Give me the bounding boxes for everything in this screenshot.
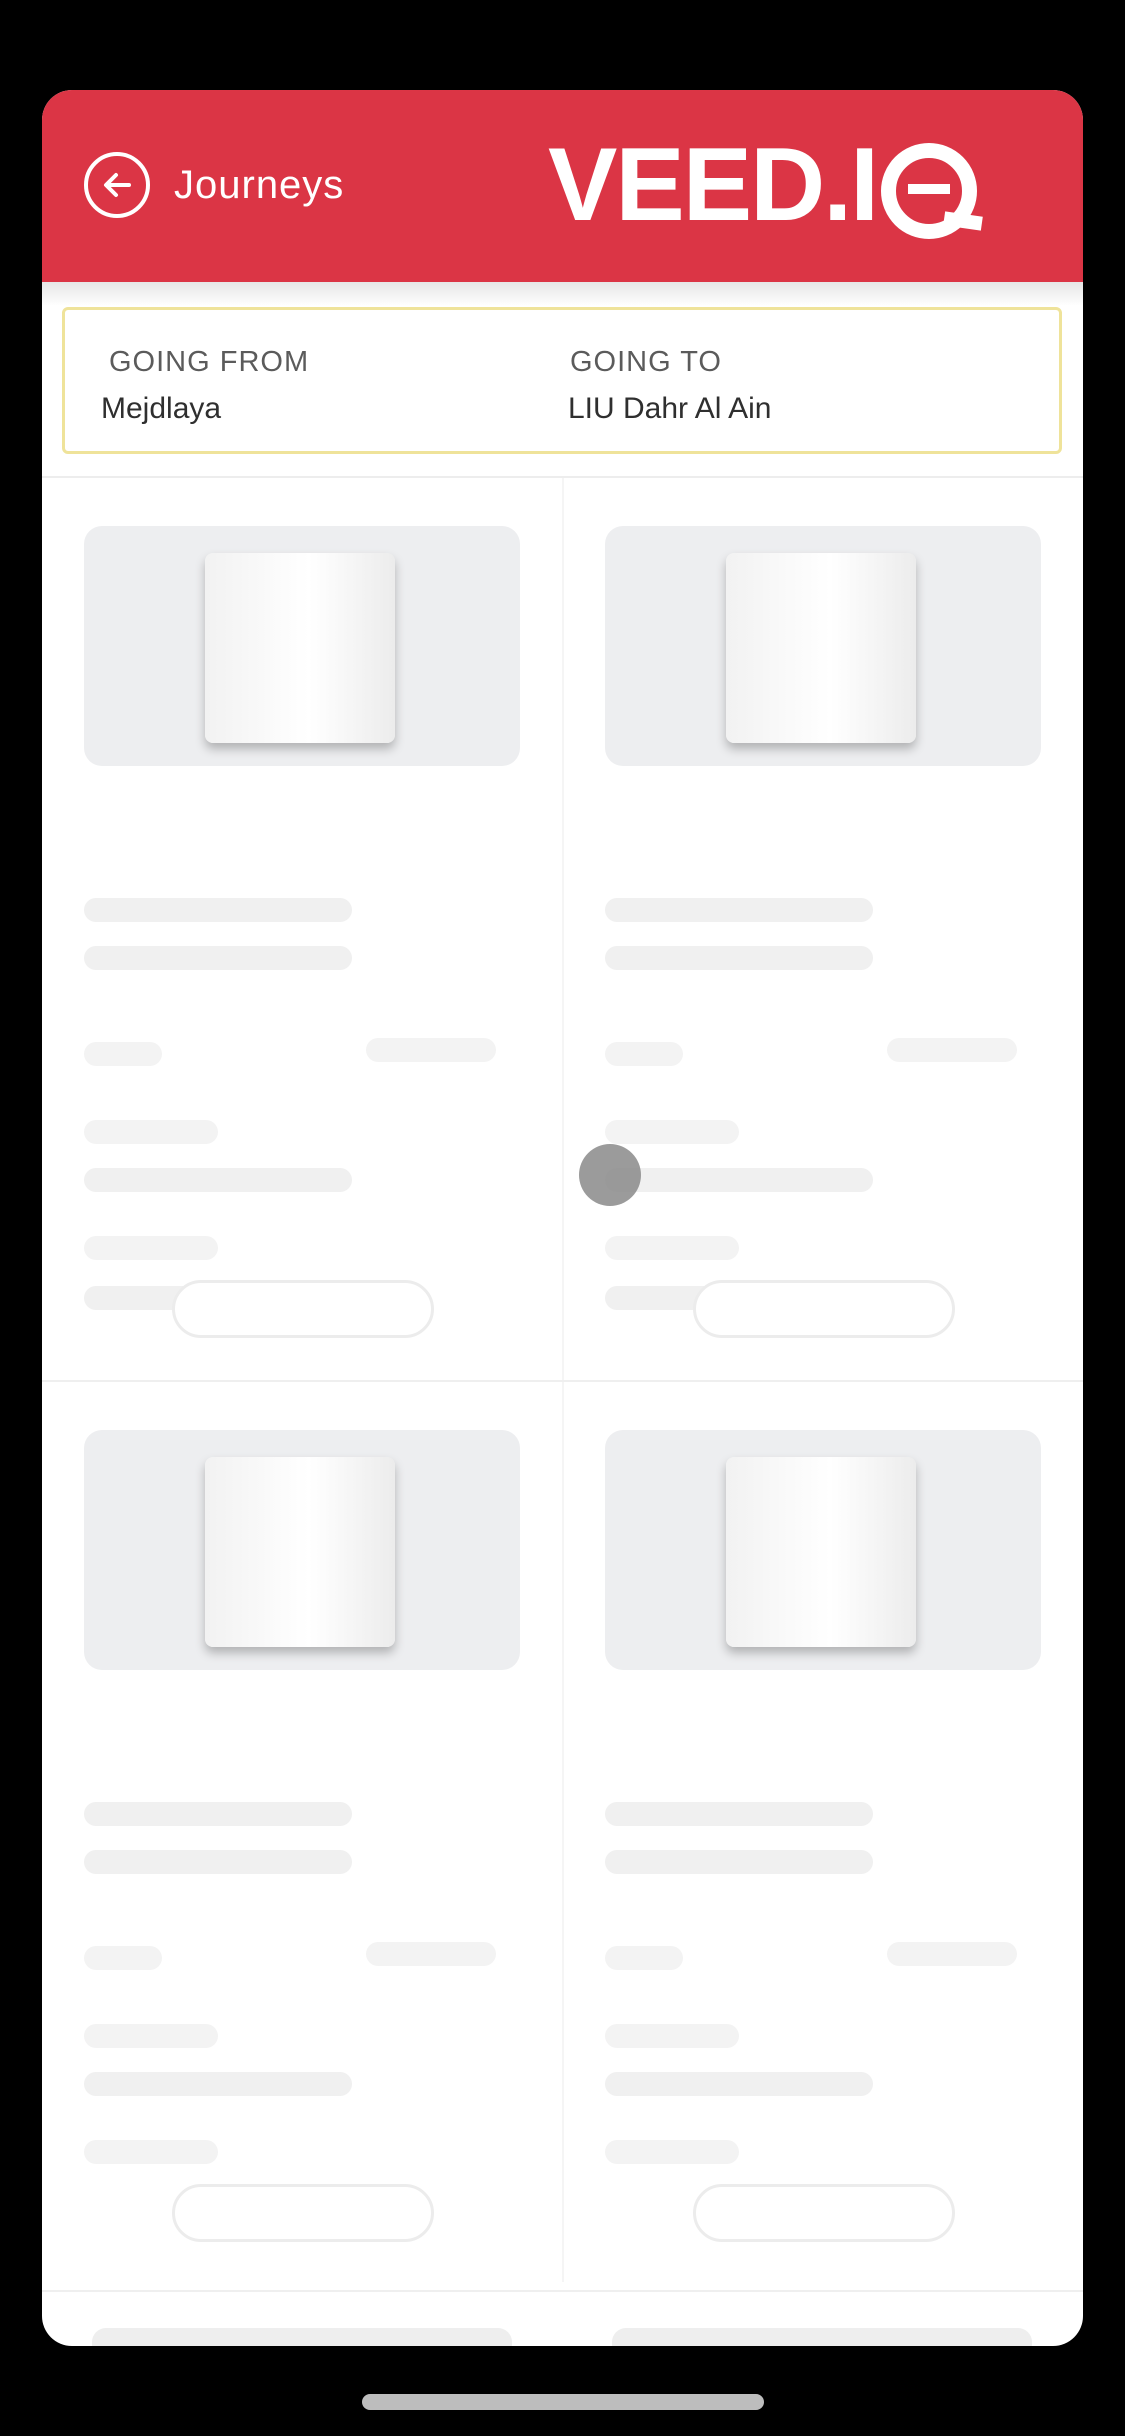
- skeleton-line: [84, 946, 352, 970]
- skeleton-line: [887, 1942, 1017, 1966]
- skeleton-line: [84, 1236, 218, 1260]
- brand-text: VEED.I: [548, 127, 879, 243]
- to-value: LIU Dahr Al Ain: [568, 392, 772, 425]
- skeleton-line: [605, 2072, 873, 2096]
- column-divider: [562, 1382, 564, 2282]
- skeleton-line: [84, 2140, 218, 2164]
- card-image-placeholder: [84, 526, 520, 766]
- skeleton-line: [84, 1168, 352, 1192]
- skeleton-line: [605, 1236, 739, 1260]
- skeleton-line: [605, 1042, 683, 1066]
- card-action-button[interactable]: [172, 1280, 434, 1338]
- card-image-placeholder: [84, 1430, 520, 1670]
- app-screen: Journeys VEED.I GOING FROM Mejdlaya GOIN…: [42, 90, 1083, 2346]
- route-summary: GOING FROM Mejdlaya GOING TO LIU Dahr Al…: [62, 307, 1062, 454]
- from-label: GOING FROM: [109, 346, 310, 378]
- card-image-placeholder: [612, 2328, 1032, 2346]
- skeleton-line: [84, 1802, 352, 1826]
- brand-logo-mark: [881, 143, 977, 239]
- skeleton-line: [84, 1042, 162, 1066]
- card-image-placeholder: [92, 2328, 512, 2346]
- image-placeholder-icon: [726, 553, 916, 743]
- skeleton-line: [887, 1038, 1017, 1062]
- image-placeholder-icon: [205, 1457, 395, 1647]
- back-label: Journeys: [174, 162, 345, 207]
- skeleton-line: [84, 1120, 218, 1144]
- arrow-left-circle-icon: [84, 152, 150, 218]
- touch-indicator: [579, 1144, 641, 1206]
- skeleton-line: [605, 1802, 873, 1826]
- card-action-button[interactable]: [693, 2184, 955, 2242]
- card-image-placeholder: [605, 1430, 1041, 1670]
- card-action-button[interactable]: [693, 1280, 955, 1338]
- image-placeholder-icon: [726, 1457, 916, 1647]
- route-from: GOING FROM Mejdlaya: [65, 310, 530, 451]
- skeleton-line: [605, 1850, 873, 1874]
- to-label: GOING TO: [570, 346, 722, 378]
- skeleton-line: [605, 1120, 739, 1144]
- skeleton-line: [84, 1946, 162, 1970]
- route-to: GOING TO LIU Dahr Al Ain: [530, 310, 1060, 451]
- skeleton-line: [605, 1168, 873, 1192]
- home-indicator[interactable]: [362, 2394, 764, 2410]
- skeleton-line: [84, 2024, 218, 2048]
- loading-card: [563, 1382, 1083, 2288]
- skeleton-line: [605, 2024, 739, 2048]
- skeleton-line: [366, 1942, 496, 1966]
- loading-card: [42, 478, 562, 1384]
- column-divider: [562, 478, 564, 1470]
- skeleton-line: [84, 2072, 352, 2096]
- app-header: Journeys VEED.I: [42, 90, 1083, 282]
- brand-logo: VEED.I: [548, 126, 1028, 244]
- skeleton-line: [605, 946, 873, 970]
- back-button[interactable]: Journeys: [84, 152, 344, 218]
- loading-card: [563, 478, 1083, 1384]
- skeleton-line: [84, 898, 352, 922]
- skeleton-line: [605, 898, 873, 922]
- row-divider: [42, 2290, 1083, 2292]
- card-action-button[interactable]: [172, 2184, 434, 2242]
- card-image-placeholder: [605, 526, 1041, 766]
- skeleton-line: [84, 1850, 352, 1874]
- skeleton-line: [366, 1038, 496, 1062]
- loading-card: [42, 1382, 562, 2288]
- from-value: Mejdlaya: [101, 392, 222, 425]
- image-placeholder-icon: [205, 553, 395, 743]
- header-shadow: [42, 282, 1083, 306]
- skeleton-line: [605, 1946, 683, 1970]
- skeleton-line: [605, 2140, 739, 2164]
